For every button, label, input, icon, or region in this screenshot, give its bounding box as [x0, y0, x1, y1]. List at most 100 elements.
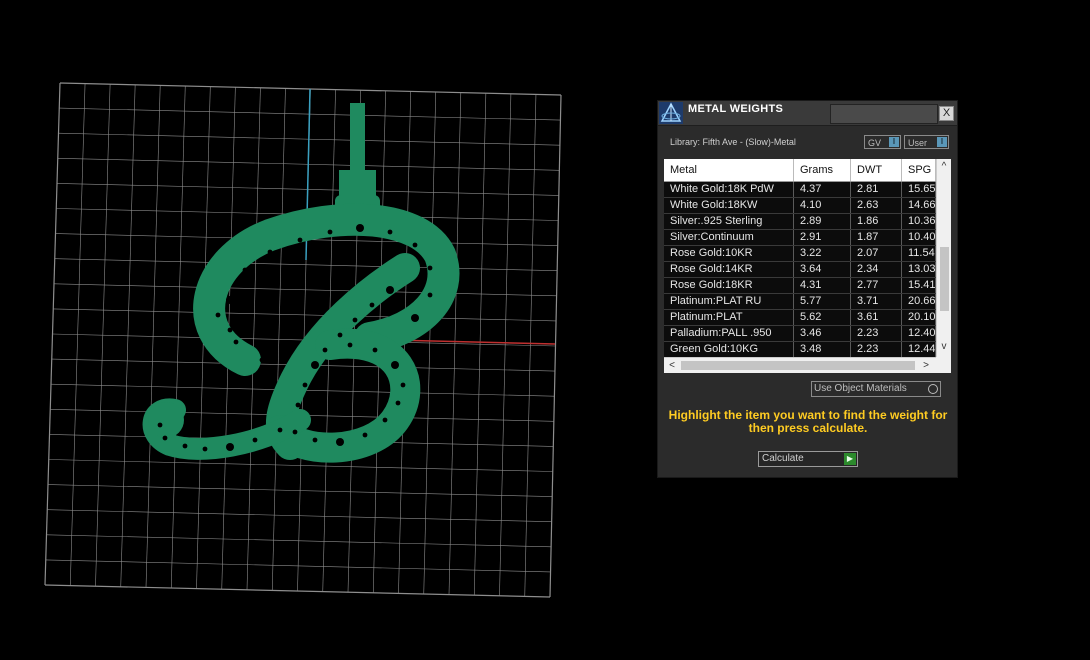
pendant-hole — [352, 317, 358, 323]
pendant-hole — [162, 435, 168, 441]
close-button[interactable]: X — [939, 106, 954, 121]
pendant-hole — [267, 249, 273, 255]
3d-viewport[interactable] — [0, 0, 600, 660]
cell-spg: 11.54 — [902, 246, 936, 261]
panel-title: METAL WEIGHTS — [688, 103, 784, 115]
play-arrow-icon: ▶ — [844, 453, 856, 465]
table-row[interactable]: Palladium:PALL .950 3.46 2.23 12.40 — [664, 326, 936, 342]
cell-dwt: 1.87 — [851, 230, 902, 245]
pendant-hole — [226, 296, 234, 304]
pendant-hole — [302, 382, 308, 388]
pendant-hole — [372, 347, 378, 353]
table-row[interactable]: Rose Gold:10KR 3.22 2.07 11.54 — [664, 246, 936, 262]
cell-spg: 20.10 — [902, 310, 936, 325]
titlebar-filler — [830, 104, 938, 124]
cell-spg: 14.66 — [902, 198, 936, 213]
gv-toggle[interactable]: GV I — [864, 135, 901, 149]
table-row[interactable]: Platinum:PLAT RU 5.77 3.71 20.66 — [664, 294, 936, 310]
panel-titlebar[interactable]: METAL WEIGHTS X — [658, 101, 957, 126]
cell-dwt: 2.34 — [851, 262, 902, 277]
viewport-canvas[interactable] — [0, 0, 600, 660]
cell-grams: 4.10 — [794, 198, 851, 213]
table-row[interactable]: Silver:.925 Sterling 2.89 1.86 10.36 — [664, 214, 936, 230]
pendant-hole — [292, 429, 298, 435]
table-row[interactable]: Rose Gold:18KR 4.31 2.77 15.41 — [664, 278, 936, 294]
pendant-hole — [427, 265, 433, 271]
cell-spg: 12.44 — [902, 342, 936, 357]
cell-grams: 5.77 — [794, 294, 851, 309]
cell-spg: 13.03 — [902, 262, 936, 277]
pendant-hole — [347, 342, 353, 348]
instructions-text: Highlight the item you want to find the … — [668, 408, 948, 435]
pendant-hole — [242, 267, 248, 273]
cell-dwt: 2.07 — [851, 246, 902, 261]
cell-metal: Green Gold:10KG — [664, 342, 794, 357]
vertical-scrollbar[interactable]: ^ v — [936, 159, 951, 357]
calculate-button[interactable]: Calculate ▶ — [758, 451, 858, 467]
radio-circle-icon — [928, 384, 938, 394]
table-row[interactable]: White Gold:18KW 4.10 2.63 14.66 — [664, 198, 936, 214]
column-header-grams[interactable]: Grams — [794, 159, 851, 181]
scroll-up-icon[interactable]: ^ — [937, 161, 951, 173]
cell-grams: 3.64 — [794, 262, 851, 277]
cell-grams: 4.37 — [794, 182, 851, 197]
metal-table[interactable]: Metal Grams DWT SPG White Gold:18K PdW 4… — [664, 159, 951, 373]
gv-toggle-label: GV — [868, 138, 882, 148]
cell-dwt: 2.81 — [851, 182, 902, 197]
user-toggle-label: User — [908, 138, 928, 148]
pendant-hole — [227, 327, 233, 333]
cell-metal: Rose Gold:18KR — [664, 278, 794, 293]
scroll-right-icon[interactable]: > — [920, 359, 932, 372]
table-row[interactable]: Rose Gold:14KR 3.64 2.34 13.03 — [664, 262, 936, 278]
pendant-hole — [362, 432, 368, 438]
pendant-hole — [369, 302, 375, 308]
pendant-hole — [387, 229, 393, 235]
user-toggle[interactable]: User I — [904, 135, 949, 149]
horizontal-scrollbar[interactable]: < > — [664, 357, 936, 373]
cell-metal: Palladium:PALL .950 — [664, 326, 794, 341]
cell-spg: 15.65 — [902, 182, 936, 197]
cell-spg: 20.66 — [902, 294, 936, 309]
table-row[interactable]: Green Gold:10KG 3.48 2.23 12.44 — [664, 342, 936, 358]
cell-dwt: 3.61 — [851, 310, 902, 325]
pendant-hole — [400, 382, 406, 388]
pendant-hole — [382, 417, 388, 423]
pendant-hole — [322, 347, 328, 353]
pendant-hole — [312, 437, 318, 443]
cell-spg: 12.40 — [902, 326, 936, 341]
cell-metal: Silver:.925 Sterling — [664, 214, 794, 229]
gv-toggle-knob-icon: I — [889, 137, 899, 147]
letter-b-pendant-model[interactable] — [142, 103, 460, 463]
scrollbar-corner — [936, 357, 951, 373]
table-row[interactable]: White Gold:18K PdW 4.37 2.81 15.65 — [664, 182, 936, 198]
vertical-scroll-thumb[interactable] — [940, 247, 949, 311]
pendant-hole — [336, 438, 344, 446]
pendant-hole — [182, 443, 188, 449]
cell-grams: 5.62 — [794, 310, 851, 325]
pendant-hole — [314, 276, 322, 284]
pendant-hole — [297, 237, 303, 243]
pendant-hole — [337, 267, 343, 273]
pendant-hole — [427, 292, 433, 298]
table-row[interactable]: Platinum:PLAT 5.62 3.61 20.10 — [664, 310, 936, 326]
table-row[interactable]: Silver:Continuum 2.91 1.87 10.40 — [664, 230, 936, 246]
pendant-hole — [277, 427, 283, 433]
pendant-hole — [157, 422, 163, 428]
pendant-hole — [327, 229, 333, 235]
cell-spg: 15.41 — [902, 278, 936, 293]
pendant-hole — [391, 361, 399, 369]
user-toggle-knob-icon: I — [937, 137, 947, 147]
column-header-dwt[interactable]: DWT — [851, 159, 902, 181]
cell-grams: 3.22 — [794, 246, 851, 261]
use-object-materials-toggle[interactable]: Use Object Materials — [811, 381, 941, 397]
horizontal-scroll-thumb[interactable] — [681, 361, 915, 370]
cell-dwt: 1.86 — [851, 214, 902, 229]
scroll-left-icon[interactable]: < — [666, 359, 678, 372]
scroll-down-icon[interactable]: v — [937, 341, 951, 353]
pendant-hole — [252, 437, 258, 443]
column-header-spg[interactable]: SPG — [902, 159, 936, 181]
cell-grams: 3.48 — [794, 342, 851, 357]
pendant-hole — [233, 339, 239, 345]
cell-grams: 4.31 — [794, 278, 851, 293]
column-header-metal[interactable]: Metal — [664, 159, 794, 181]
